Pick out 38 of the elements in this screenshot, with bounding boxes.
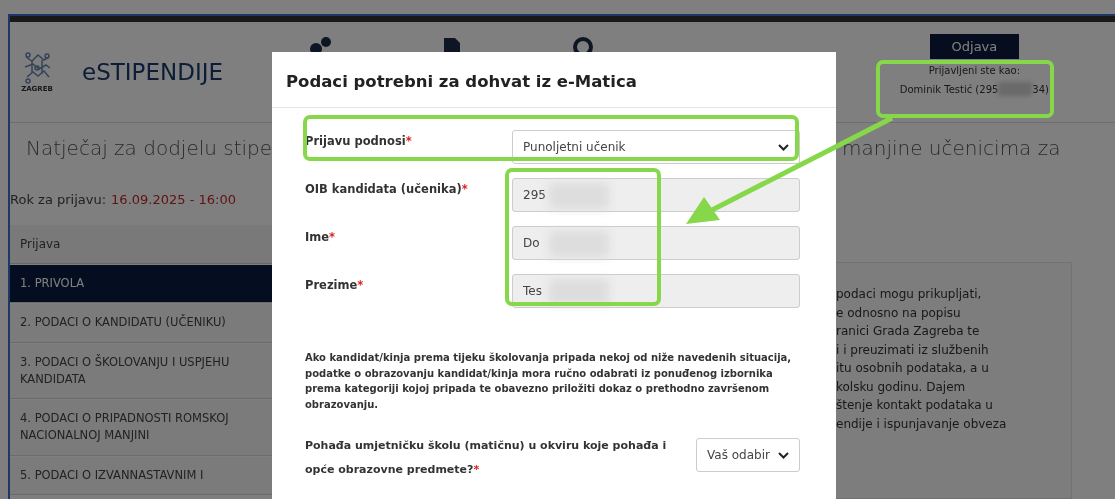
user-name-text: Dominik Testić (295 <box>899 83 999 95</box>
brand-title[interactable]: eSTIPENDIJE <box>82 59 223 85</box>
consent-text-line: štenje kontakt podataka u <box>836 398 994 413</box>
select-field[interactable]: Vaš odabir <box>696 438 800 472</box>
consent-text-line: itu osobnih podataka, a u <box>836 361 990 376</box>
consent-text-line: i i preuzimati iz službenih <box>836 342 990 357</box>
redaction-blur <box>549 279 609 305</box>
sidebar-item[interactable]: 5. PODACI O IZVANNASTAVNIM I <box>10 455 272 495</box>
consent-text-line: e odnosno na popisu <box>836 305 962 320</box>
deadline-value: 16.09.2025 - 16:00 <box>111 191 236 207</box>
logged-in-label: Prijavljeni ste kao: <box>928 65 1021 76</box>
question-label: Pohađa umjetničku školu (matičnu) u okviru koje pohađa i opće obrazovne predmete?* <box>305 438 668 478</box>
text-field[interactable]: Do <box>512 226 800 260</box>
text-field[interactable]: Tes <box>512 274 800 308</box>
chevron-down-icon <box>778 451 789 459</box>
field-label: Prijavu podnosi* <box>305 133 413 148</box>
consent-text-line: ranici Grada Zagreba te <box>836 324 981 339</box>
sidebar-item[interactable]: 4. PODACI O PRIPADNOSTI ROMSKOJ NACIONALNOJ MANJINI <box>10 399 272 456</box>
consent-text-line: kolsku godinu. Dajem <box>836 379 967 394</box>
chevron-down-icon <box>778 143 789 151</box>
field-label: Ime* <box>305 229 337 244</box>
page-title-end: manjine učenicima za <box>842 136 1061 160</box>
logout-button[interactable]: Odjava <box>929 34 1020 59</box>
field-label: Prezime* <box>305 277 365 292</box>
consent-text-line: podaci mogu prikupljati, <box>836 287 983 302</box>
consent-text-line: endije i ispunjavanje obveza <box>836 416 1008 431</box>
sidebar-item[interactable]: 3. PODACI O ŠKOLOVANJU I USPJEHU KANDIDATA <box>10 342 272 399</box>
page-title: Natječaj za dodjelu stipe <box>26 136 273 160</box>
user-id-end: 34) <box>1032 83 1049 95</box>
modal-title: Podaci potrebni za dohvat iz e-Matica <box>272 52 836 108</box>
sidebar-heading: Prijava <box>10 225 272 264</box>
info-paragraph: Ako kandidat/kinja prema tijeku školovanja pripada nekoj od niže navedenih situacija, podatke o obrazovanju kandidat/kinja mora ručno odabrati iz ponuđenog izbornika prema kategoriji kojoj pripada te obavezno priložiti dokaz o prethodno završenom obrazovanju. <box>305 351 793 412</box>
sidebar-item[interactable]: 1. PRIVOLA <box>10 264 272 304</box>
city-logo-icon <box>22 51 52 85</box>
deadline-label: Rok za prijavu: <box>10 191 107 207</box>
field-label: OIB kandidata (učenika)* <box>305 181 469 196</box>
sidebar-item[interactable]: 2. PODACI O KANDIDATU (UČENIKU) <box>10 303 272 343</box>
text-field[interactable]: 295 <box>512 178 800 212</box>
